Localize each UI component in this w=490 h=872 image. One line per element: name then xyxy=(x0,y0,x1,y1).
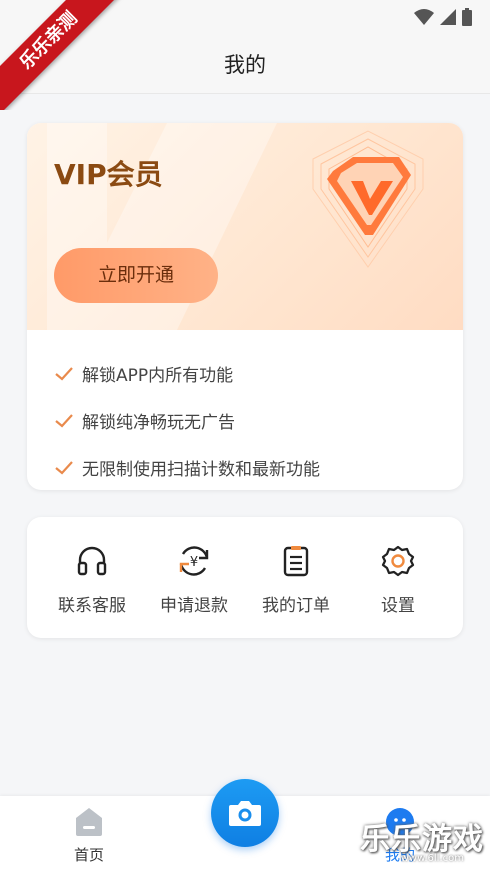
menu-label: 联系客服 xyxy=(58,596,126,616)
menu-card: 联系客服 ¥ 申请退款 我的订单 设置 xyxy=(27,517,463,638)
benefit-list: 解锁APP内所有功能 解锁纯净畅玩无广告 无限制使用扫描计数和最新功能 xyxy=(54,350,320,490)
benefit-label: 解锁APP内所有功能 xyxy=(82,366,234,386)
camera-icon xyxy=(229,801,261,826)
menu-label: 申请退款 xyxy=(160,596,228,616)
tab-home-label: 首页 xyxy=(73,846,104,864)
menu-label: 设置 xyxy=(381,596,415,616)
menu-item-customer-service[interactable]: 联系客服 xyxy=(42,543,142,616)
wifi-icon xyxy=(414,9,434,25)
benefit-item: 解锁APP内所有功能 xyxy=(54,350,320,397)
battery-icon xyxy=(462,8,472,26)
vip-card: VIP会员 立即开通 解锁APP内所有功能 解锁纯净畅玩无广告 无限制使用扫描计… xyxy=(27,123,463,490)
activate-vip-button[interactable]: 立即开通 xyxy=(54,248,218,303)
vip-title: VIP会员 xyxy=(54,158,163,191)
menu-item-refund[interactable]: ¥ 申请退款 xyxy=(144,543,244,616)
order-list-icon xyxy=(283,546,309,577)
corner-watermark: 乐乐游戏 xyxy=(360,822,484,857)
menu-item-settings[interactable]: 设置 xyxy=(348,543,448,616)
vip-diamond-icon xyxy=(312,130,424,268)
gear-icon xyxy=(381,545,415,577)
home-icon xyxy=(76,808,102,836)
svg-text:¥: ¥ xyxy=(190,555,198,570)
refund-icon: ¥ xyxy=(179,546,209,576)
menu-item-orders[interactable]: 我的订单 xyxy=(246,543,346,616)
check-icon xyxy=(55,413,73,428)
headset-icon xyxy=(77,546,107,576)
watermark-ribbon: 乐乐亲测 xyxy=(0,0,130,110)
benefit-item: 解锁纯净畅玩无广告 xyxy=(54,397,320,444)
signal-icon xyxy=(440,9,456,25)
corner-watermark-url: www.6ll.com xyxy=(400,853,464,864)
watermark-text: 乐乐亲测 xyxy=(0,0,122,110)
check-icon xyxy=(55,366,73,381)
benefit-item: 无限制使用扫描计数和最新功能 xyxy=(54,444,320,490)
camera-button[interactable] xyxy=(211,779,279,847)
menu-label: 我的订单 xyxy=(262,596,330,616)
benefit-label: 解锁纯净畅玩无广告 xyxy=(82,413,235,433)
vip-banner: VIP会员 立即开通 xyxy=(27,123,463,330)
benefit-label: 无限制使用扫描计数和最新功能 xyxy=(82,460,320,480)
check-icon xyxy=(55,460,73,475)
tab-home[interactable]: 首页 xyxy=(49,806,129,865)
